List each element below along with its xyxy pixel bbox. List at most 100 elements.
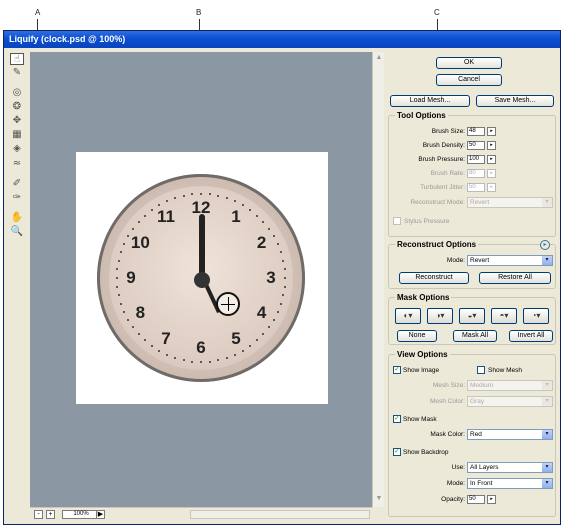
invert-all-button[interactable]: Invert All	[509, 330, 553, 342]
brush-pressure-spin-icon[interactable]: ▸	[487, 155, 496, 164]
brush-density-spin-icon[interactable]: ▸	[487, 141, 496, 150]
clock-tick	[267, 227, 270, 230]
hand-tool-icon[interactable]: ✋	[10, 212, 24, 224]
clock-tick	[158, 204, 160, 207]
show-backdrop-checkbox[interactable]: ✓	[393, 448, 401, 456]
push-left-tool-icon[interactable]: ▦	[10, 129, 24, 141]
brush-density-field[interactable]: 50	[467, 141, 485, 150]
bloat-tool-icon[interactable]: ✥	[10, 115, 24, 127]
forward-warp-tool-icon[interactable]: ☝	[10, 53, 24, 65]
freeze-mask-tool-icon[interactable]: ✐	[10, 178, 24, 190]
use-label: Use:	[451, 464, 465, 471]
restore-all-button[interactable]: Restore All	[479, 272, 551, 284]
brush-rate-label: Brush Rate:	[430, 170, 465, 177]
mask-color-value: Red	[470, 431, 482, 438]
opacity-field[interactable]: 50	[467, 495, 485, 504]
clock-tick	[242, 349, 244, 352]
mesh-size-value: Medium	[470, 382, 494, 389]
scroll-up-icon[interactable]: ▲	[374, 54, 384, 64]
show-backdrop-label: Show Backdrop	[403, 449, 449, 456]
mesh-color-label: Mesh Color:	[429, 398, 465, 405]
mask-options-title: Mask Options	[395, 293, 452, 302]
clock-tick	[200, 193, 202, 195]
ok-button[interactable]: OK	[436, 57, 502, 69]
clock-tick	[123, 311, 126, 314]
zoom-level-field[interactable]: 100%	[62, 510, 100, 519]
clock-numeral: 11	[157, 207, 175, 227]
show-image-checkbox[interactable]: ✓	[393, 366, 401, 374]
invert-selection-button[interactable]: ◔▾	[523, 308, 549, 324]
zoom-menu-button[interactable]: ▶	[96, 510, 105, 519]
chevron-down-icon: ▾	[542, 463, 552, 472]
chevron-down-icon: ▾	[542, 397, 552, 406]
opacity-spin-icon[interactable]: ▸	[487, 495, 496, 504]
clock-tick	[279, 302, 282, 305]
subtract-from-selection-button[interactable]: ◒▾	[459, 308, 485, 324]
add-to-selection-button[interactable]: ◑▾	[427, 308, 453, 324]
clock-numeral: 1	[231, 207, 241, 227]
mask-none-button[interactable]: None	[397, 330, 437, 342]
zoom-tool-icon[interactable]: 🔍	[10, 226, 24, 238]
clock-tick	[174, 197, 177, 200]
clock-tick	[117, 259, 120, 262]
clock-tick	[272, 235, 275, 237]
clock-tick	[234, 353, 237, 356]
cancel-button[interactable]: Cancel	[436, 74, 502, 86]
mesh-color-value: Gray	[470, 398, 485, 405]
show-mask-checkbox[interactable]: ✓	[393, 415, 401, 423]
replace-selection-button[interactable]: ◐▾	[395, 308, 421, 324]
reconstruct-options-mode-value: Revert	[470, 257, 490, 264]
preview-canvas[interactable]: 11 10 9 8 7 6 5 4 3 2 1 12	[30, 52, 372, 507]
clock-tick	[200, 361, 202, 363]
status-bar: - + 100% ▶	[30, 507, 372, 520]
reconstruct-button[interactable]: Reconstruct	[399, 272, 469, 284]
reconstruct-options-group: Reconstruct Options ▸ Mode: Revert ▾ Rec…	[388, 240, 556, 289]
clock-tick	[191, 193, 194, 196]
clock-tick	[182, 359, 185, 362]
mask-all-button[interactable]: Mask All	[453, 330, 497, 342]
use-value: All Layers	[470, 464, 499, 471]
clock-numeral: 10	[130, 233, 150, 252]
clock-numeral: 9	[126, 268, 136, 287]
reconstruct-mode-select: Revert ▾	[467, 197, 553, 208]
clock-numeral: 3	[266, 268, 276, 287]
clock-tick	[208, 360, 211, 363]
clock-tick	[272, 319, 275, 321]
reconstruct-options-menu-icon[interactable]: ▸	[540, 240, 550, 250]
zoom-out-button[interactable]: -	[34, 510, 43, 519]
reconstruct-options-mode-select[interactable]: Revert ▾	[467, 255, 553, 266]
stylus-pressure-label: Stylus Pressure	[404, 218, 450, 225]
turbulence-tool-icon[interactable]: ≈	[10, 158, 24, 170]
scroll-down-icon[interactable]: ▼	[374, 495, 384, 505]
mesh-size-label: Mesh Size:	[432, 382, 465, 389]
reconstruct-options-title: Reconstruct Options	[395, 240, 479, 249]
tool-options-group: Tool Options Brush Size: 48 ▸ Brush Dens…	[388, 111, 556, 237]
use-select[interactable]: All Layers ▾	[467, 462, 553, 473]
zoom-in-button[interactable]: +	[46, 510, 55, 519]
stylus-pressure-checkbox	[393, 217, 401, 225]
brush-size-field[interactable]: 48	[467, 127, 485, 136]
horizontal-scrollbar[interactable]	[190, 510, 370, 519]
clock-tick	[174, 356, 177, 359]
save-mesh-button[interactable]: Save Mesh...	[476, 95, 554, 107]
mirror-tool-icon[interactable]: ◈	[10, 143, 24, 155]
twirl-tool-icon[interactable]: ◎	[10, 87, 24, 99]
preview-image[interactable]: 11 10 9 8 7 6 5 4 3 2 1 12	[76, 152, 328, 404]
reconstruct-tool-icon[interactable]: ✎	[10, 67, 24, 79]
options-panel: OK Cancel Load Mesh... Save Mesh... Tool…	[386, 52, 558, 520]
reconstruct-mode-label: Reconstruct Mode:	[410, 199, 465, 206]
pucker-tool-icon[interactable]: ❂	[10, 101, 24, 113]
clock-tick	[137, 220, 140, 223]
vertical-scrollbar[interactable]: ▲ ▼	[372, 52, 384, 507]
intersect-with-selection-button[interactable]: ◓▾	[491, 308, 517, 324]
brush-pressure-field[interactable]: 100	[467, 155, 485, 164]
clock-tick	[267, 326, 270, 329]
brush-size-spin-icon[interactable]: ▸	[487, 127, 496, 136]
load-mesh-button[interactable]: Load Mesh...	[390, 95, 470, 107]
thaw-mask-tool-icon[interactable]: ✑	[10, 192, 24, 204]
clock-tick	[132, 227, 135, 230]
backdrop-mode-select[interactable]: In Front ▾	[467, 478, 553, 489]
mask-color-select[interactable]: Red ▾	[467, 429, 553, 440]
clock-tick	[191, 360, 194, 363]
show-mesh-checkbox[interactable]	[477, 366, 485, 374]
